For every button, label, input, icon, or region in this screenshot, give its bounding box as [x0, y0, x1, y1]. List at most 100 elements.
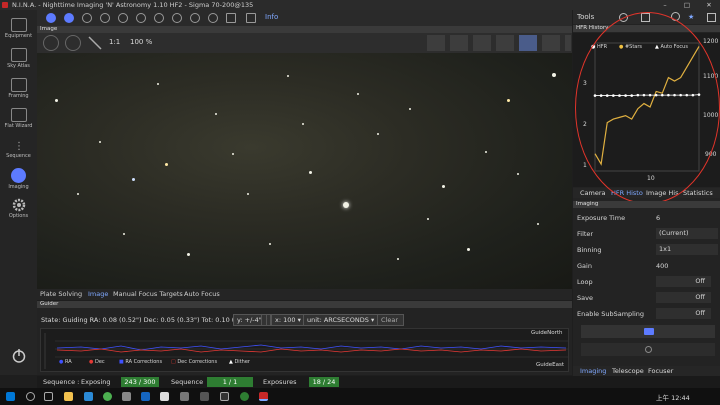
capture-button[interactable] — [581, 325, 715, 338]
exposures-value: 18 / 24 — [309, 377, 339, 387]
exposure-time-label: Exposure Time — [577, 214, 626, 222]
main-toolbar: Info — [37, 10, 572, 26]
app-icon[interactable] — [122, 392, 131, 401]
binning-select[interactable]: 1x1 — [656, 244, 718, 255]
sequence-value: 1 / 1 — [207, 377, 253, 387]
more-icon[interactable] — [565, 35, 571, 51]
guide-north-label: GuideNorth — [531, 330, 563, 336]
x-scale-select[interactable]: x: 100 ▾ — [271, 314, 305, 326]
exposure-time-value[interactable]: 6 — [656, 211, 660, 225]
gain-value[interactable]: 400 — [656, 259, 668, 273]
gain-label: Gain — [577, 262, 592, 270]
app-icon[interactable] — [84, 392, 93, 401]
save-toggle[interactable]: Off — [656, 292, 711, 303]
sidebar-item-imaging[interactable]: Imaging — [0, 168, 37, 190]
file-explorer-icon[interactable] — [64, 392, 73, 401]
gear-icon — [11, 198, 27, 212]
dome-status-icon[interactable] — [154, 13, 164, 23]
focuser-status-icon[interactable] — [100, 13, 110, 23]
rotator-status-icon[interactable] — [118, 13, 128, 23]
chart-status-icon[interactable] — [246, 13, 256, 23]
guider-status-icon[interactable] — [226, 13, 236, 23]
filter-select[interactable]: (Current) — [656, 228, 718, 239]
app-icon[interactable] — [160, 392, 169, 401]
star-detect-icon[interactable] — [450, 35, 468, 51]
liveview-button[interactable] — [581, 343, 715, 356]
sequence-icon: ⋮ — [11, 138, 27, 152]
sky-image — [37, 53, 572, 289]
annotate-icon[interactable] — [542, 35, 560, 51]
camera-icon — [644, 328, 654, 335]
tab-imaging[interactable]: Imaging — [577, 366, 609, 376]
tab-manual-focus-targets[interactable]: Manual Focus Targets — [110, 289, 186, 300]
row-binning: Binning 1x1 — [577, 243, 718, 257]
unit-value: unit: ARCSECONDS — [307, 316, 369, 324]
sidebar-item-flat-wizard[interactable]: Flat Wizard — [0, 108, 37, 129]
chrome-icon[interactable] — [103, 392, 112, 401]
guider-controls: State: Guiding RA: 0.08 (0.52") Dec: 0.0… — [37, 313, 572, 328]
flat-wizard-icon — [10, 108, 27, 122]
taskview-icon[interactable] — [44, 392, 53, 401]
flatdevice-status-icon[interactable] — [136, 13, 146, 23]
subsampling-toggle[interactable]: Off — [656, 308, 711, 319]
tab-telescope[interactable]: Telescope — [609, 366, 647, 376]
settings-icon[interactable] — [707, 13, 716, 22]
imaging-bottom-tabs: Imaging Telescope Focuser — [573, 366, 720, 376]
sidebar-item-framing[interactable]: Framing — [0, 78, 37, 99]
info-label[interactable]: Info — [265, 13, 278, 21]
zoom-out-icon[interactable] — [65, 35, 81, 51]
grid-overlay-icon[interactable] — [427, 35, 445, 51]
weather-status-icon[interactable] — [208, 13, 218, 23]
sidebar-item-sky-atlas[interactable]: Sky Atlas — [0, 48, 37, 69]
app-icon[interactable] — [180, 392, 189, 401]
app-icon[interactable] — [220, 392, 229, 401]
minimize-icon[interactable]: – — [654, 0, 676, 10]
svg-text:⋮: ⋮ — [14, 141, 24, 152]
unit-select[interactable]: unit: ARCSECONDS ▾ — [303, 314, 379, 326]
filter-label: Filter — [577, 230, 594, 238]
guider-header: Guider — [37, 301, 572, 308]
app-icon[interactable] — [240, 392, 249, 401]
imaging-icon — [11, 168, 26, 183]
search-icon[interactable] — [26, 392, 35, 401]
stretch-icon[interactable] — [519, 35, 537, 51]
clear-button[interactable]: Clear — [377, 314, 404, 326]
zoom-percent: 100 % — [130, 38, 153, 46]
safety-status-icon[interactable] — [190, 13, 200, 23]
app-icon[interactable] — [141, 392, 150, 401]
sidebar-item-equipment[interactable]: Equipment — [0, 18, 37, 39]
maximize-icon[interactable]: □ — [676, 0, 698, 10]
legend-ra: ● RA — [59, 359, 72, 365]
zoom-in-icon[interactable] — [43, 35, 59, 51]
crosshair-icon[interactable] — [473, 35, 491, 51]
target-icon[interactable] — [496, 35, 514, 51]
tab-image[interactable]: Image — [85, 289, 111, 300]
windows-start-icon[interactable] — [6, 392, 15, 401]
loop-toggle[interactable]: Off — [656, 276, 711, 287]
tab-auto-focus[interactable]: Auto Focus — [181, 289, 223, 300]
telescope-status-icon[interactable] — [82, 13, 92, 23]
sidebar-item-options[interactable]: Options — [0, 198, 37, 219]
row-filter: Filter (Current) — [577, 227, 718, 241]
tab-plate-solving[interactable]: Plate Solving — [37, 289, 85, 300]
nina-taskbar-icon[interactable] — [259, 392, 268, 401]
chevron-down-icon[interactable] — [261, 314, 267, 326]
tab-camera[interactable]: Camera — [577, 188, 609, 198]
sequence-status-label: Sequence : — [43, 378, 80, 386]
star-icon[interactable]: ★ — [688, 10, 694, 24]
highlight-circle — [575, 12, 720, 204]
framing-icon — [10, 78, 27, 92]
zoom-1to1-button[interactable]: 1:1 — [109, 38, 120, 46]
fit-to-screen-icon[interactable] — [87, 35, 103, 51]
switch-status-icon[interactable] — [172, 13, 182, 23]
camera-status-icon[interactable] — [46, 13, 56, 23]
subsampling-label: Enable SubSampling — [577, 310, 645, 318]
app-icon[interactable] — [200, 392, 209, 401]
power-button[interactable] — [0, 348, 37, 366]
filterwheel-status-icon[interactable] — [64, 13, 74, 23]
y-left-tick: 1 — [583, 162, 587, 169]
tab-focuser[interactable]: Focuser — [645, 366, 676, 376]
image-panel-header: Image — [37, 26, 572, 33]
close-icon[interactable]: ✕ — [698, 0, 720, 10]
sidebar-item-sequence[interactable]: ⋮ Sequence — [0, 138, 37, 159]
